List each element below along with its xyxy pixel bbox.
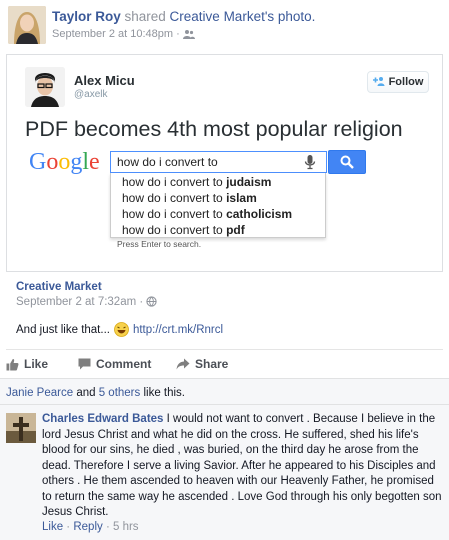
- likers-others-link[interactable]: 5 others: [99, 387, 141, 399]
- suggestion-item: how do i convert to islam: [122, 191, 257, 205]
- follow-button: Follow: [367, 71, 429, 93]
- post-text: And just like that...: [16, 323, 110, 336]
- original-post-meta: September 2 at 7:32am ·: [16, 296, 158, 310]
- share-label: Share: [195, 357, 229, 371]
- tweet-avatar: [25, 67, 65, 107]
- post-timestamp[interactable]: September 2 at 10:48pm: [52, 28, 173, 40]
- tweet-author-name: Alex Micu: [74, 73, 135, 88]
- laughing-emoji-icon: [114, 322, 129, 337]
- search-icon: [340, 155, 354, 169]
- original-post-timestamp[interactable]: September 2 at 7:32am: [16, 296, 136, 308]
- comment-like-link[interactable]: Like: [42, 521, 63, 533]
- suggestion-item: how do i convert to judaism: [122, 175, 272, 189]
- press-enter-hint: Press Enter to search.: [117, 239, 202, 249]
- meta-separator: ·: [173, 28, 183, 40]
- avatar-photo: [8, 6, 46, 44]
- like-button[interactable]: Like: [6, 357, 48, 371]
- autocomplete-dropdown: how do i convert to judaism how do i con…: [110, 173, 326, 238]
- likes-suffix: like this.: [140, 387, 186, 399]
- logo-letter: G: [29, 149, 47, 175]
- google-search-input: how do i convert to: [110, 151, 327, 173]
- comment-label: Comment: [96, 357, 152, 371]
- like-label: Like: [24, 357, 49, 371]
- meta-separator: ·: [102, 521, 113, 533]
- comment-button[interactable]: Comment: [78, 357, 151, 371]
- suggestion-item: how do i convert to pdf: [122, 223, 245, 237]
- logo-letter: l: [82, 149, 90, 175]
- microphone-icon: [303, 154, 317, 170]
- audience-friends-icon[interactable]: [182, 29, 195, 42]
- author-name-link[interactable]: Taylor Roy: [52, 9, 121, 24]
- follow-person-icon: [372, 76, 385, 89]
- divider: [6, 349, 443, 350]
- comment-reply-link[interactable]: Reply: [73, 521, 102, 533]
- commenter-name-link[interactable]: Charles Edward Bates: [42, 413, 163, 425]
- comment-timestamp[interactable]: 5 hrs: [113, 521, 139, 533]
- suggestion-item: how do i convert to catholicism: [122, 207, 293, 221]
- logo-letter: o: [58, 149, 71, 175]
- post-link[interactable]: http://crt.mk/Rnrcl: [133, 324, 223, 336]
- page-name-link[interactable]: Creative Market: [16, 281, 102, 293]
- globe-icon: [146, 296, 158, 310]
- follow-label: Follow: [388, 76, 424, 88]
- likes-and: and: [73, 387, 99, 399]
- comment-text: I would not want to convert . Because I …: [42, 413, 442, 518]
- likes-summary: Janie Pearce and 5 others like this.: [6, 387, 185, 399]
- shared-object-link[interactable]: Creative Market's photo.: [170, 9, 316, 24]
- logo-letter: e: [89, 149, 100, 175]
- tweet-text: PDF becomes 4th most popular religion: [25, 117, 403, 141]
- post-header: Taylor Roy shared Creative Market's phot…: [52, 9, 315, 24]
- commenter-avatar[interactable]: [6, 413, 36, 443]
- liker-name-link[interactable]: Janie Pearce: [6, 387, 73, 399]
- post-meta: September 2 at 10:48pm ·: [52, 28, 195, 42]
- logo-letter: g: [70, 149, 83, 175]
- avatar[interactable]: [8, 6, 46, 44]
- post-body: And just like that... http://crt.mk/Rnrc…: [16, 322, 223, 337]
- shared-verb: shared: [120, 9, 170, 24]
- google-logo: Google: [29, 149, 100, 176]
- meta-separator: ·: [63, 521, 74, 533]
- google-search-button: [328, 150, 366, 174]
- comment-body: Charles Edward Bates I would not want to…: [42, 412, 442, 521]
- comment-icon: [78, 358, 91, 370]
- shared-photo[interactable]: Alex Micu @axelk Follow PDF becomes 4th …: [6, 54, 443, 272]
- share-arrow-icon: [176, 358, 190, 370]
- share-button[interactable]: Share: [176, 357, 228, 371]
- comment-actions: Like · Reply · 5 hrs: [42, 521, 139, 533]
- tweet-author-handle: @axelk: [74, 89, 108, 100]
- logo-letter: o: [46, 149, 59, 175]
- meta-separator: ·: [136, 296, 147, 308]
- thumbs-up-icon: [6, 358, 19, 370]
